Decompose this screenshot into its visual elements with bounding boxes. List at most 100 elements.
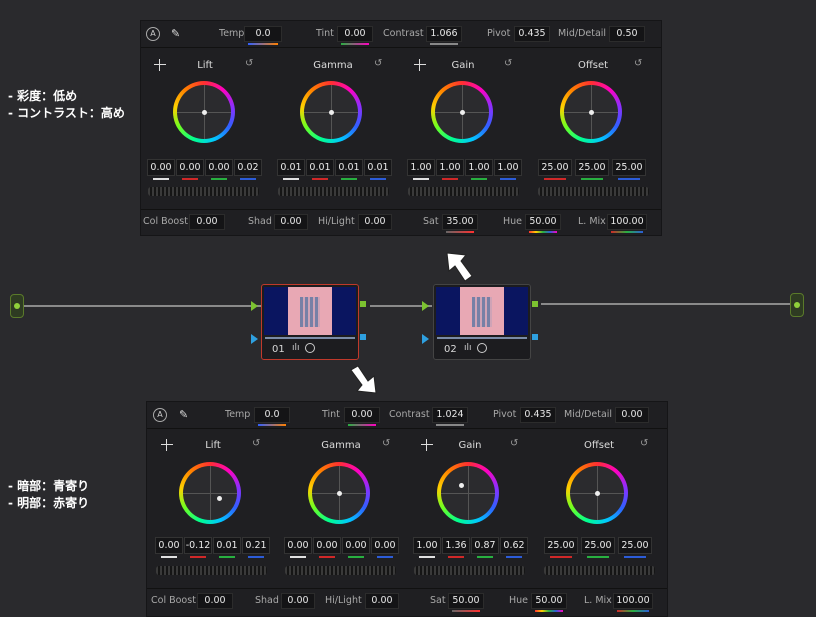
middetail-field[interactable]: 0.50 bbox=[609, 26, 645, 42]
gain-green-value[interactable]: 0.87 bbox=[471, 537, 499, 558]
gamma-blue-value[interactable]: 0.01 bbox=[364, 159, 392, 180]
picker-crosshair-icon[interactable] bbox=[414, 59, 426, 71]
reset-icon[interactable]: ↺ bbox=[504, 59, 514, 69]
node-output-port-blue[interactable] bbox=[532, 334, 538, 340]
gamma-blue-value[interactable]: 0.00 bbox=[371, 537, 399, 558]
offset-master-jog[interactable] bbox=[544, 566, 655, 575]
node-input-arrow-blue[interactable] bbox=[422, 334, 429, 344]
shad-field[interactable]: 0.00 bbox=[281, 593, 315, 609]
lift-blue-value[interactable]: 0.02 bbox=[234, 159, 262, 180]
reset-icon[interactable]: ↺ bbox=[252, 439, 262, 449]
hilight-field[interactable]: 0.00 bbox=[358, 214, 392, 230]
auto-balance-icon[interactable]: A bbox=[146, 27, 160, 41]
offset-green-value[interactable]: 25.00 bbox=[575, 159, 609, 180]
node-02[interactable]: 02 ılı bbox=[433, 284, 531, 360]
color-wheel-lift[interactable] bbox=[169, 77, 239, 147]
hue-field[interactable]: 50.00 bbox=[531, 593, 567, 612]
eyedropper-icon[interactable]: ✎ bbox=[179, 408, 188, 421]
lift-master-jog[interactable] bbox=[156, 566, 267, 575]
sat-field[interactable]: 35.00 bbox=[442, 214, 478, 233]
reset-icon[interactable]: ↺ bbox=[640, 439, 650, 449]
hue-field[interactable]: 50.00 bbox=[525, 214, 561, 233]
node-input-arrow-blue[interactable] bbox=[251, 334, 258, 344]
lift-green-value[interactable]: 0.00 bbox=[205, 159, 233, 180]
gamma-green-value[interactable]: 0.00 bbox=[342, 537, 370, 558]
shad-field[interactable]: 0.00 bbox=[274, 214, 308, 230]
lift-master-value[interactable]: 0.00 bbox=[147, 159, 175, 180]
temp-field[interactable]: 0.0 bbox=[254, 407, 290, 426]
offset-red-value[interactable]: 25.00 bbox=[538, 159, 572, 180]
tint-field[interactable]: 0.00 bbox=[344, 407, 380, 426]
node-input-arrow-green[interactable] bbox=[251, 301, 258, 311]
lift-red-value[interactable]: -0.12 bbox=[184, 537, 212, 558]
source-input-handle[interactable] bbox=[10, 294, 24, 318]
lift-green-value[interactable]: 0.01 bbox=[213, 537, 241, 558]
gain-master-jog[interactable] bbox=[414, 566, 525, 575]
pivot-field[interactable]: 0.435 bbox=[514, 26, 550, 42]
hilight-label: Hi/Light bbox=[318, 216, 355, 227]
lift-red-value[interactable]: 0.00 bbox=[176, 159, 204, 180]
gamma-red-value[interactable]: 0.00 bbox=[313, 537, 341, 558]
node-input-arrow-green[interactable] bbox=[422, 301, 429, 311]
tint-field[interactable]: 0.00 bbox=[337, 26, 373, 45]
lift-master-value[interactable]: 0.00 bbox=[155, 537, 183, 558]
reset-icon[interactable]: ↺ bbox=[245, 59, 255, 69]
color-wheel-offset[interactable] bbox=[556, 77, 626, 147]
gain-red-value[interactable]: 1.36 bbox=[442, 537, 470, 558]
gain-master-value[interactable]: 1.00 bbox=[407, 159, 435, 180]
color-wheel-gamma[interactable] bbox=[296, 77, 366, 147]
offset-master-jog[interactable] bbox=[538, 187, 649, 196]
node-01[interactable]: 01 ılı bbox=[261, 284, 359, 360]
hilight-field[interactable]: 0.00 bbox=[365, 593, 399, 609]
reset-icon[interactable]: ↺ bbox=[634, 59, 644, 69]
temp-field[interactable]: 0.0 bbox=[244, 26, 282, 45]
gain-green-value[interactable]: 1.00 bbox=[465, 159, 493, 180]
colboost-field[interactable]: 0.00 bbox=[197, 593, 233, 609]
output-handle[interactable] bbox=[790, 293, 804, 317]
gamma-green-value[interactable]: 0.01 bbox=[335, 159, 363, 180]
gain-red-value[interactable]: 1.00 bbox=[436, 159, 464, 180]
offset-green-value[interactable]: 25.00 bbox=[581, 537, 615, 558]
color-wheel-lift[interactable] bbox=[175, 458, 245, 528]
lift-master-jog[interactable] bbox=[148, 187, 259, 196]
auto-balance-icon[interactable]: A bbox=[153, 408, 167, 422]
offset-blue-value[interactable]: 25.00 bbox=[612, 159, 646, 180]
sat-label: Sat bbox=[423, 216, 439, 227]
gamma-red-value[interactable]: 0.01 bbox=[306, 159, 334, 180]
eyedropper-icon[interactable]: ✎ bbox=[171, 27, 180, 40]
node-number: 02 bbox=[444, 344, 457, 355]
offset-blue-value[interactable]: 25.00 bbox=[618, 537, 652, 558]
picker-crosshair-icon[interactable] bbox=[161, 439, 173, 451]
contrast-field[interactable]: 1.024 bbox=[432, 407, 468, 426]
gamma-master-value[interactable]: 0.00 bbox=[284, 537, 312, 558]
picker-crosshair-icon[interactable] bbox=[154, 59, 166, 71]
gamma-master-value[interactable]: 0.01 bbox=[277, 159, 305, 180]
colboost-field[interactable]: 0.00 bbox=[189, 214, 225, 230]
lmix-field[interactable]: 100.00 bbox=[607, 214, 647, 233]
reset-icon[interactable]: ↺ bbox=[510, 439, 520, 449]
color-wheel-offset[interactable] bbox=[562, 458, 632, 528]
sat-field[interactable]: 50.00 bbox=[448, 593, 484, 612]
lift-blue-value[interactable]: 0.21 bbox=[242, 537, 270, 558]
picker-crosshair-icon[interactable] bbox=[421, 439, 433, 451]
gain-blue-value[interactable]: 0.62 bbox=[500, 537, 528, 558]
lmix-field[interactable]: 100.00 bbox=[613, 593, 653, 612]
node-output-port-green[interactable] bbox=[360, 301, 366, 307]
offset-red-value[interactable]: 25.00 bbox=[544, 537, 578, 558]
reset-icon[interactable]: ↺ bbox=[382, 439, 392, 449]
color-wheel-gain[interactable] bbox=[427, 77, 497, 147]
gain-master-value[interactable]: 1.00 bbox=[413, 537, 441, 558]
contrast-field[interactable]: 1.066 bbox=[426, 26, 462, 45]
pivot-field[interactable]: 0.435 bbox=[520, 407, 556, 423]
node-output-port-green[interactable] bbox=[532, 301, 538, 307]
gain-blue-value[interactable]: 1.00 bbox=[494, 159, 522, 180]
middetail-field[interactable]: 0.00 bbox=[615, 407, 649, 423]
gamma-master-jog[interactable] bbox=[285, 566, 396, 575]
color-wheel-gamma[interactable] bbox=[304, 458, 374, 528]
reset-icon[interactable]: ↺ bbox=[374, 59, 384, 69]
node-output-port-blue[interactable] bbox=[360, 334, 366, 340]
gamma-master-jog[interactable] bbox=[278, 187, 389, 196]
wheel-title-gain: Gain bbox=[451, 60, 475, 71]
gain-master-jog[interactable] bbox=[408, 187, 519, 196]
color-wheel-gain[interactable] bbox=[433, 458, 503, 528]
